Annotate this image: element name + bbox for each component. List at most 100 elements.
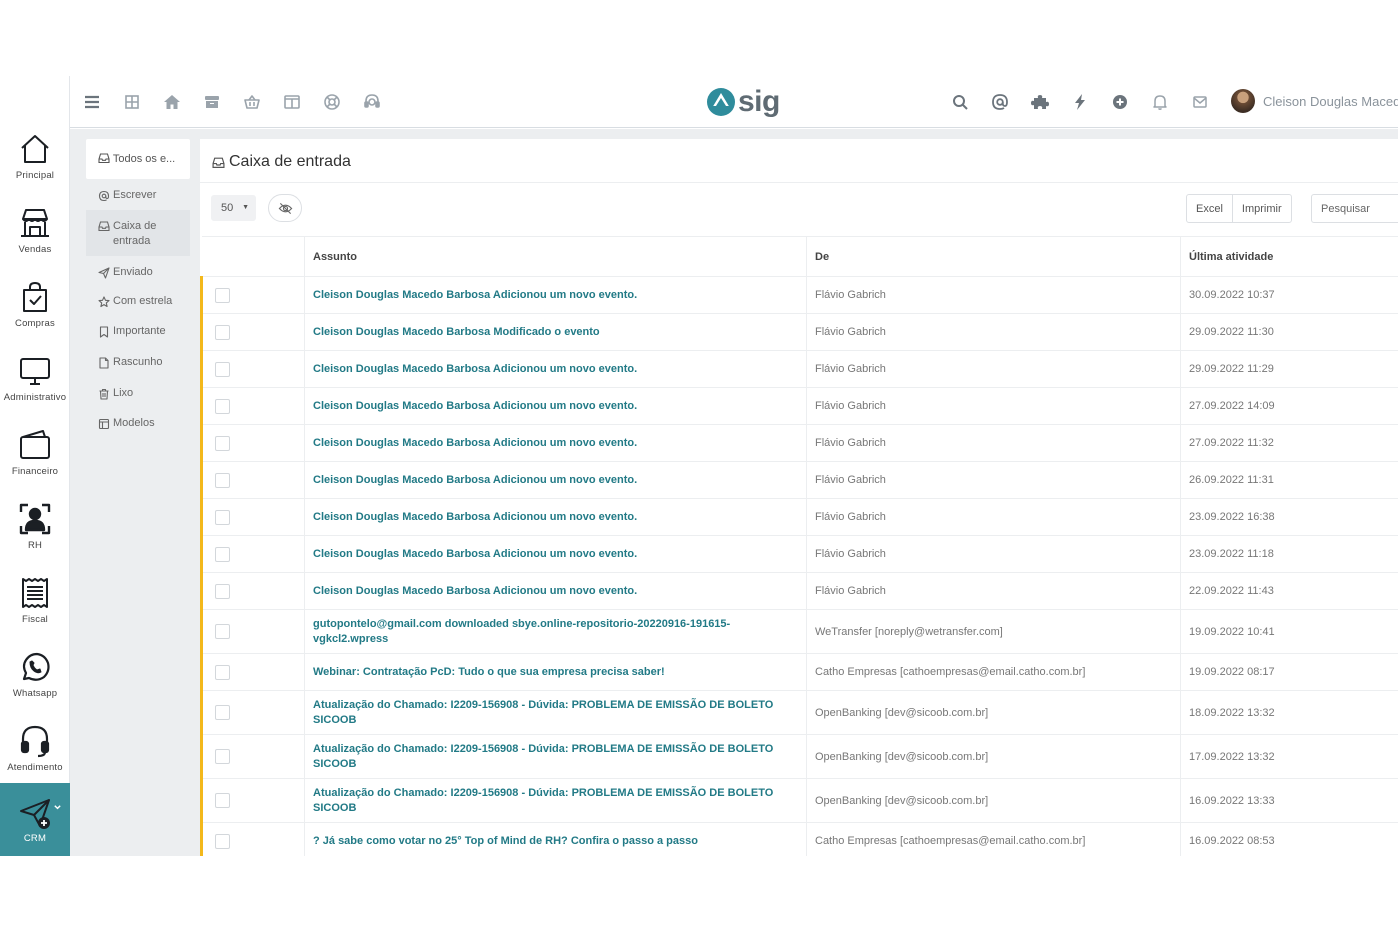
row-checkbox[interactable] xyxy=(215,472,230,488)
table-row[interactable]: Cleison Douglas Macedo Barbosa Adicionou… xyxy=(200,276,1398,314)
bolt-icon[interactable] xyxy=(1070,92,1090,112)
folder-importante[interactable]: Importante xyxy=(86,325,190,338)
table-row[interactable]: gutopontelo@gmail.com downloaded sbye.on… xyxy=(200,609,1398,654)
table-row[interactable]: Cleison Douglas Macedo Barbosa Adicionou… xyxy=(200,424,1398,462)
subject-cell[interactable]: Webinar: Contratação PcD: Tudo o que sua… xyxy=(304,653,807,691)
sig-logo[interactable]: sig xyxy=(706,84,780,120)
row-checkbox[interactable] xyxy=(215,833,230,849)
add-circle-icon[interactable] xyxy=(1110,92,1130,112)
table-row[interactable]: Atualização do Chamado: I2209-156908 - D… xyxy=(200,734,1398,779)
column-header-subject[interactable]: Assunto xyxy=(304,236,807,277)
user-name: Cleison Douglas Macedo Barbosa xyxy=(1263,93,1398,109)
folder-modelos[interactable]: Modelos xyxy=(86,417,190,430)
select-cell xyxy=(200,313,305,351)
from-cell: Flávio Gabrich xyxy=(806,387,1181,425)
subject-cell[interactable]: ? Já sabe como votar no 25° Top of Mind … xyxy=(304,822,807,856)
row-checkbox[interactable] xyxy=(215,705,230,720)
row-checkbox[interactable] xyxy=(215,546,230,562)
menu-icon[interactable] xyxy=(82,92,102,112)
module-compras[interactable]: Compras xyxy=(0,280,70,354)
table-row[interactable]: Atualização do Chamado: I2209-156908 - D… xyxy=(200,778,1398,823)
folder-rascunho[interactable]: Rascunho xyxy=(86,356,190,369)
table-row[interactable]: ? Já sabe como votar no 25° Top of Mind … xyxy=(200,822,1398,856)
row-checkbox[interactable] xyxy=(215,793,230,808)
row-checkbox[interactable] xyxy=(215,398,230,414)
row-checkbox[interactable] xyxy=(215,509,230,525)
module-financeiro[interactable]: Financeiro xyxy=(0,428,70,502)
basket-icon[interactable] xyxy=(242,92,262,112)
mail-icon[interactable] xyxy=(1190,92,1210,112)
folder-label: Enviado xyxy=(113,266,153,278)
column-header-last-activity[interactable]: Última atividade xyxy=(1180,236,1398,277)
print-button[interactable]: Imprimir xyxy=(1231,195,1291,222)
subject-cell[interactable]: Cleison Douglas Macedo Barbosa Adicionou… xyxy=(304,535,807,573)
subject-cell[interactable]: Cleison Douglas Macedo Barbosa Adicionou… xyxy=(304,424,807,462)
table-row[interactable]: Cleison Douglas Macedo Barbosa Adicionou… xyxy=(200,535,1398,573)
toggle-visibility-button[interactable] xyxy=(268,194,302,222)
folder-dropdown[interactable]: Todos os e... xyxy=(86,139,190,179)
row-checkbox[interactable] xyxy=(215,664,230,680)
table-row[interactable]: Cleison Douglas Macedo Barbosa Adicionou… xyxy=(200,572,1398,610)
subject-cell[interactable]: Cleison Douglas Macedo Barbosa Adicionou… xyxy=(304,350,807,388)
lifebuoy-icon[interactable] xyxy=(322,92,342,112)
table-row[interactable]: Cleison Douglas Macedo Barbosa Adicionou… xyxy=(200,461,1398,499)
row-checkbox[interactable] xyxy=(215,361,230,377)
row-checkbox[interactable] xyxy=(215,749,230,764)
module-principal[interactable]: Principal xyxy=(0,132,70,206)
puzzle-icon[interactable] xyxy=(1030,92,1050,112)
last-activity-cell: 18.09.2022 13:32 xyxy=(1180,690,1398,735)
search-icon[interactable] xyxy=(950,92,970,112)
module-fiscal[interactable]: Fiscal xyxy=(0,576,70,650)
last-activity-cell: 29.09.2022 11:30 xyxy=(1180,313,1398,351)
table-row[interactable]: Webinar: Contratação PcD: Tudo o que sua… xyxy=(200,653,1398,691)
row-checkbox[interactable] xyxy=(215,435,230,451)
at-icon[interactable] xyxy=(990,92,1010,112)
table-row[interactable]: Cleison Douglas Macedo Barbosa Adicionou… xyxy=(200,350,1398,388)
folder-escrever[interactable]: Escrever xyxy=(86,189,190,202)
subject-cell[interactable]: Cleison Douglas Macedo Barbosa Adicionou… xyxy=(304,461,807,499)
home-icon[interactable] xyxy=(162,92,182,112)
star-icon xyxy=(98,296,110,308)
subject-cell[interactable]: Atualização do Chamado: I2209-156908 - D… xyxy=(304,778,807,823)
module-vendas[interactable]: Vendas xyxy=(0,206,70,280)
table-row[interactable]: Atualização do Chamado: I2209-156908 - D… xyxy=(200,690,1398,735)
last-activity-cell: 29.09.2022 11:29 xyxy=(1180,350,1398,388)
columns-icon[interactable] xyxy=(282,92,302,112)
table-row[interactable]: Cleison Douglas Macedo Barbosa Adicionou… xyxy=(200,387,1398,425)
user-menu[interactable]: Cleison Douglas Macedo Barbosa xyxy=(1231,89,1398,113)
subject-cell[interactable]: Atualização do Chamado: I2209-156908 - D… xyxy=(304,734,807,779)
folder-enviado[interactable]: Enviado xyxy=(86,266,190,279)
page-size-value: 50 xyxy=(221,202,234,214)
subject-cell[interactable]: Cleison Douglas Macedo Barbosa Adicionou… xyxy=(304,387,807,425)
bell-icon[interactable] xyxy=(1150,92,1170,112)
row-checkbox[interactable] xyxy=(215,324,230,340)
module-crm[interactable]: CRM xyxy=(0,783,70,856)
archive-icon[interactable] xyxy=(202,92,222,112)
folder-lixo[interactable]: Lixo xyxy=(86,387,190,400)
support-icon[interactable] xyxy=(362,92,382,112)
row-checkbox[interactable] xyxy=(215,624,230,639)
table-row[interactable]: Cleison Douglas Macedo Barbosa Adicionou… xyxy=(200,498,1398,536)
search-input[interactable] xyxy=(1311,194,1398,223)
module-rh[interactable]: RH xyxy=(0,502,70,576)
from-cell: Flávio Gabrich xyxy=(806,424,1181,462)
subject-cell[interactable]: gutopontelo@gmail.com downloaded sbye.on… xyxy=(304,609,807,654)
grid-icon[interactable] xyxy=(122,92,142,112)
column-header-from[interactable]: De xyxy=(806,236,1181,277)
row-checkbox[interactable] xyxy=(215,583,230,599)
folder-com-estrela[interactable]: Com estrela xyxy=(86,295,190,308)
folder-caixa-de-entrada[interactable]: Caixa de entrada xyxy=(86,210,190,256)
select-cell xyxy=(200,498,305,536)
table-row[interactable]: Cleison Douglas Macedo Barbosa Modificad… xyxy=(200,313,1398,351)
subject-cell[interactable]: Atualização do Chamado: I2209-156908 - D… xyxy=(304,690,807,735)
row-checkbox[interactable] xyxy=(215,287,230,303)
page-size-select[interactable]: 50 ▼ xyxy=(211,195,256,221)
chevron-down-icon[interactable] xyxy=(53,803,62,812)
module-administrativo[interactable]: Administrativo xyxy=(0,354,70,428)
subject-cell[interactable]: Cleison Douglas Macedo Barbosa Modificad… xyxy=(304,313,807,351)
excel-button[interactable]: Excel xyxy=(1187,195,1232,222)
subject-cell[interactable]: Cleison Douglas Macedo Barbosa Adicionou… xyxy=(304,572,807,610)
subject-cell[interactable]: Cleison Douglas Macedo Barbosa Adicionou… xyxy=(304,276,807,314)
module-whatsapp[interactable]: Whatsapp xyxy=(0,650,70,724)
subject-cell[interactable]: Cleison Douglas Macedo Barbosa Adicionou… xyxy=(304,498,807,536)
